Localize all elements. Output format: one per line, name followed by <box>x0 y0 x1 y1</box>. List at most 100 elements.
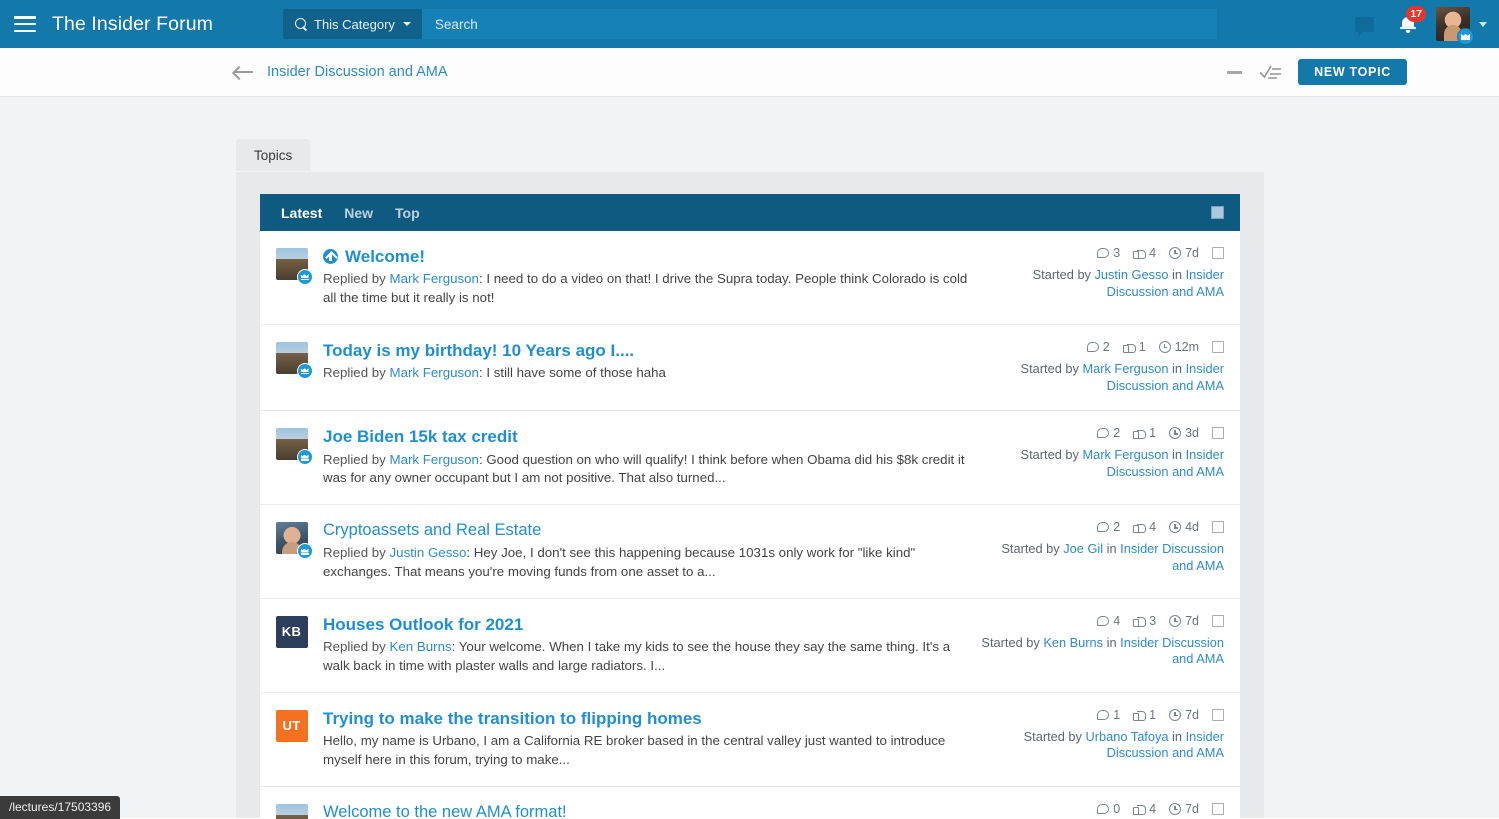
topic-stats: 244d <box>978 520 1224 534</box>
topic-row[interactable]: Today is my birthday! 10 Years ago I....… <box>260 325 1240 411</box>
topic-avatar-cell <box>260 340 323 394</box>
started-by-user-link[interactable]: Ken Burns <box>1043 635 1103 650</box>
notifications-button[interactable]: 17 <box>1386 0 1430 48</box>
topic-avatar-cell: KB <box>260 614 323 676</box>
topic-started-by: Started by Mark Ferguson in Insider Disc… <box>978 447 1224 480</box>
comment-icon <box>1097 804 1109 814</box>
topic-title-link[interactable]: Today is my birthday! 10 Years ago I.... <box>323 340 634 361</box>
thumbs-up-icon <box>1133 803 1145 815</box>
topic-main: Cryptoassets and Real Estate Replied by J… <box>323 520 978 581</box>
replied-by-label: Replied by <box>323 545 390 560</box>
topic-title-line: Houses Outlook for 2021 <box>323 614 968 635</box>
topic-select-checkbox[interactable] <box>1212 709 1224 721</box>
topic-stats: 047d <box>978 802 1224 816</box>
site-brand-title[interactable]: The Insider Forum <box>52 13 213 36</box>
topic-select-checkbox[interactable] <box>1212 247 1224 259</box>
topic-stats: 213d <box>978 426 1224 440</box>
topic-title-link[interactable]: Houses Outlook for 2021 <box>323 614 523 635</box>
topic-meta: 437dStarted by Ken Burns in Insider Disc… <box>978 614 1240 676</box>
topic-title-link[interactable]: Cryptoassets and Real Estate <box>323 520 541 541</box>
topic-select-checkbox[interactable] <box>1212 521 1224 533</box>
replied-by-user-link[interactable]: Mark Ferguson <box>390 365 479 380</box>
started-by-label: Started by <box>1021 447 1083 462</box>
hamburger-menu-icon[interactable] <box>14 16 36 32</box>
replies-count: 1 <box>1113 708 1120 722</box>
topic-title-link[interactable]: Joe Biden 15k tax credit <box>323 426 518 447</box>
started-by-user-link[interactable]: Mark Ferguson <box>1082 447 1168 462</box>
topic-title-link[interactable]: Welcome to the new AMA format! <box>323 802 567 819</box>
avatar-photo <box>276 804 308 819</box>
topic-avatar-cell <box>260 426 323 488</box>
in-label: in <box>1169 729 1186 744</box>
replied-by-user-link[interactable]: Ken Burns <box>390 639 452 654</box>
topic-meta: 2112mStarted by Mark Ferguson in Insider… <box>978 340 1240 394</box>
crown-badge-icon <box>297 543 313 559</box>
replied-by-user-link[interactable]: Mark Ferguson <box>390 271 479 286</box>
topic-started-by: Started by Joe Gil in Insider Discussion… <box>978 541 1224 574</box>
replied-by-label: Replied by <box>323 365 390 380</box>
started-by-user-link[interactable]: Mark Ferguson <box>1082 361 1168 376</box>
thumbs-up-icon <box>1133 521 1145 533</box>
topic-meta: 244d Started by Joe Gil in Insider Discus… <box>978 520 1240 581</box>
topic-title-link[interactable]: Welcome! <box>345 246 425 267</box>
filter-top[interactable]: Top <box>395 205 420 221</box>
category-link[interactable]: Insider Discussion and AMA <box>1120 541 1224 573</box>
back-arrow-icon[interactable] <box>234 65 253 79</box>
avatar[interactable]: KB <box>276 616 308 648</box>
age-value: 12m <box>1175 340 1199 354</box>
topic-excerpt: Replied by Justin Gesso: Hey Joe, I don'… <box>323 544 968 582</box>
age-stat: 12m <box>1159 340 1199 354</box>
topic-select-checkbox[interactable] <box>1212 803 1224 815</box>
topic-row[interactable]: UT Trying to make the transition to flipp… <box>260 693 1240 787</box>
started-by-user-link[interactable]: Urbano Tafoya <box>1086 729 1169 744</box>
in-label: in <box>1169 267 1186 282</box>
user-avatar[interactable] <box>1436 7 1470 41</box>
thumbs-up-icon <box>1123 341 1135 353</box>
topic-main: Today is my birthday! 10 Years ago I....… <box>323 340 978 394</box>
avatar[interactable] <box>276 248 308 280</box>
age-stat: 7d <box>1169 802 1199 816</box>
avatar[interactable] <box>276 804 308 819</box>
collapse-icon[interactable] <box>1217 48 1251 97</box>
filter-new[interactable]: New <box>344 205 373 221</box>
thumbs-up-icon <box>1133 427 1145 439</box>
likes-stat: 1 <box>1123 340 1146 354</box>
topic-title-line: Welcome to the new AMA format! <box>323 802 968 819</box>
thumbs-up-icon <box>1133 615 1145 627</box>
replied-by-user-link[interactable]: Justin Gesso <box>390 545 467 560</box>
search-input[interactable] <box>422 9 1217 39</box>
topic-row[interactable]: Welcome!Replied by Mark Ferguson: I need… <box>260 231 1240 325</box>
breadcrumb[interactable]: Insider Discussion and AMA <box>267 64 448 80</box>
replied-by-label: Replied by <box>323 452 390 467</box>
mark-read-icon[interactable] <box>1251 48 1291 97</box>
started-by-user-link[interactable]: Joe Gil <box>1063 541 1103 556</box>
avatar[interactable] <box>276 342 308 374</box>
select-all-checkbox[interactable] <box>1211 206 1224 219</box>
likes-stat: 1 <box>1133 708 1156 722</box>
avatar[interactable] <box>276 522 308 554</box>
topic-title-line: Joe Biden 15k tax credit <box>323 426 968 447</box>
comment-icon <box>1087 342 1099 352</box>
replied-by-user-link[interactable]: Mark Ferguson <box>390 452 479 467</box>
topic-row[interactable]: Joe Biden 15k tax credit Replied by Mark … <box>260 411 1240 505</box>
user-menu-chevron-down-icon[interactable] <box>1479 22 1487 27</box>
started-by-user-link[interactable]: Justin Gesso <box>1095 267 1169 282</box>
replies-stat: 2 <box>1097 520 1120 534</box>
category-link[interactable]: Insider Discussion and AMA <box>1120 635 1224 667</box>
topic-select-checkbox[interactable] <box>1212 615 1224 627</box>
topic-select-checkbox[interactable] <box>1212 427 1224 439</box>
avatar[interactable]: UT <box>276 710 308 742</box>
filter-latest[interactable]: Latest <box>281 205 322 221</box>
replies-stat: 2 <box>1087 340 1110 354</box>
topic-row[interactable]: KBHouses Outlook for 2021Replied by Ken … <box>260 599 1240 693</box>
topic-row[interactable]: Welcome to the new AMA format! 047d <box>260 787 1240 819</box>
topic-row[interactable]: Cryptoassets and Real Estate Replied by J… <box>260 505 1240 598</box>
new-topic-button[interactable]: NEW TOPIC <box>1298 59 1407 85</box>
search-category-selector[interactable]: This Category <box>283 9 422 39</box>
topic-title-link[interactable]: Trying to make the transition to flippin… <box>323 708 702 729</box>
tab-topics[interactable]: Topics <box>236 139 310 171</box>
replies-count: 2 <box>1113 426 1120 440</box>
avatar[interactable] <box>276 428 308 460</box>
topic-select-checkbox[interactable] <box>1212 341 1224 353</box>
messages-button[interactable] <box>1342 0 1386 48</box>
